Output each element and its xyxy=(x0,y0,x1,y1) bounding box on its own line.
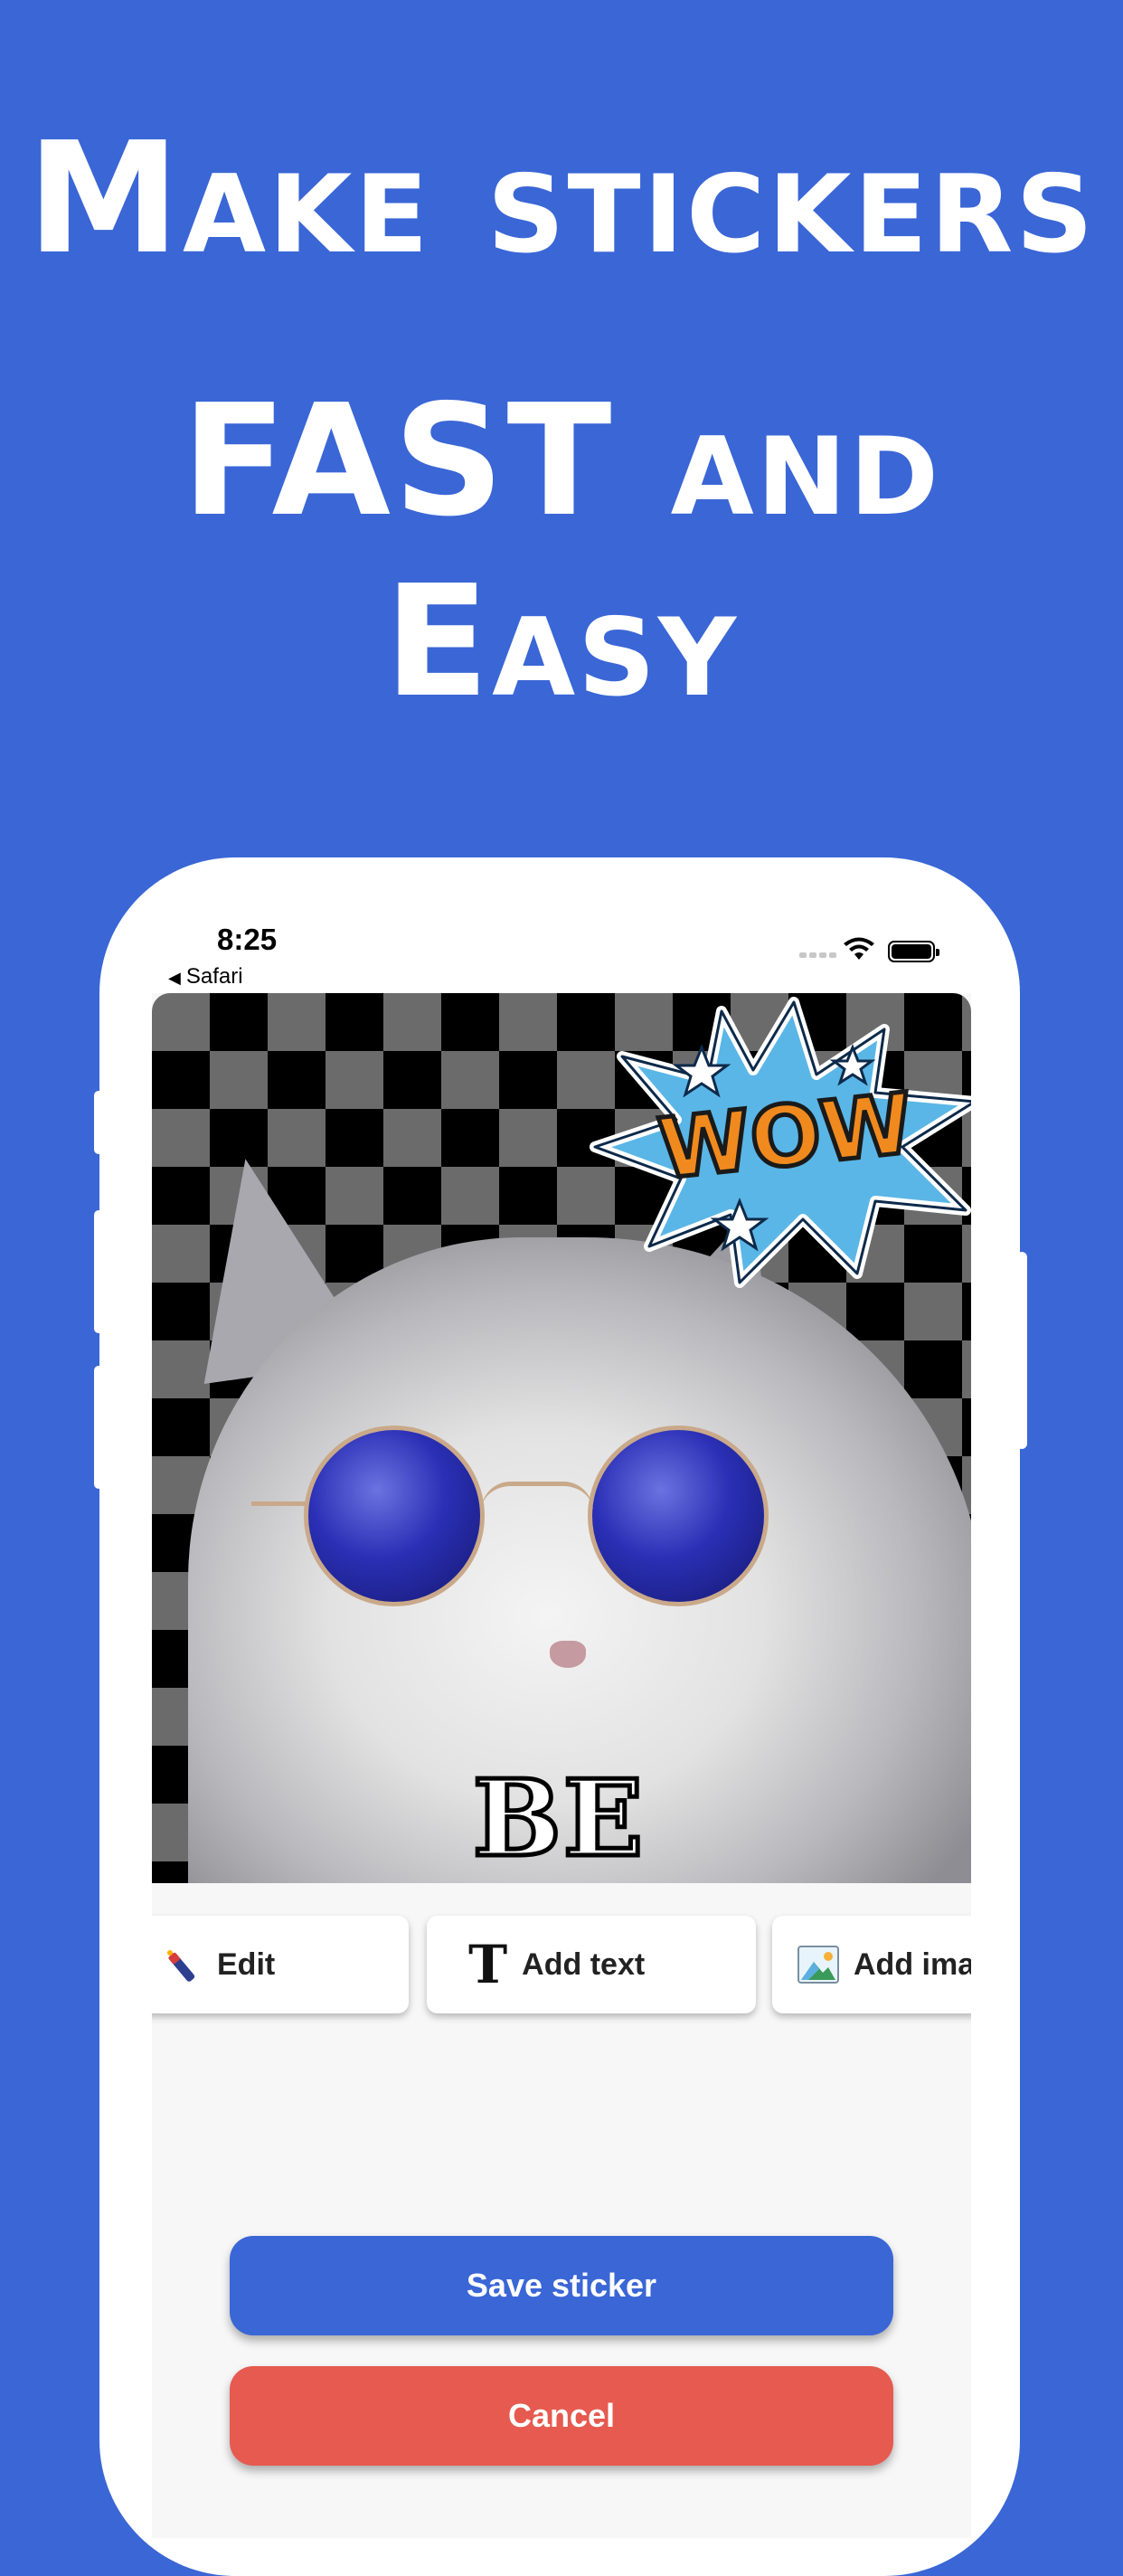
back-arrow-icon: ◀ xyxy=(168,969,181,987)
glasses-temple xyxy=(251,1501,307,1506)
tool-row: Edit T Add text Add ima xyxy=(152,1916,971,2015)
glasses-lens-right xyxy=(588,1425,769,1606)
phone-volume-down xyxy=(94,1366,103,1489)
text-t-icon: T xyxy=(468,1934,508,1995)
glasses-lens-left xyxy=(304,1425,485,1606)
notch xyxy=(353,910,770,975)
cat-nose xyxy=(550,1641,586,1668)
sticker-canvas[interactable]: WOW BE COOL xyxy=(152,993,971,1883)
headline-line-1: Make stickers xyxy=(26,109,1097,289)
cancel-button[interactable]: Cancel xyxy=(230,2366,893,2466)
status-bar: 8:25 ◀ Safari xyxy=(152,910,971,993)
battery-icon xyxy=(888,941,939,962)
glasses-bridge xyxy=(481,1482,593,1511)
magic-wand-icon xyxy=(167,1950,195,1982)
phone-power-button xyxy=(1016,1252,1027,1449)
wow-sticker[interactable]: WOW xyxy=(586,993,971,1292)
edit-button[interactable]: Edit xyxy=(152,1916,409,2013)
back-label: Safari xyxy=(185,964,243,989)
status-time: 8:25 xyxy=(217,923,278,956)
phone-side-button xyxy=(94,1091,103,1154)
app-screen: 8:25 ◀Safari WOW BE COOL xyxy=(152,910,971,2538)
add-text-label: Add text xyxy=(522,1946,646,1982)
add-text-button[interactable]: T Add text xyxy=(427,1916,756,2013)
add-image-label: Add ima xyxy=(854,1946,971,1982)
headline-line-2: FAST and Easy xyxy=(181,372,942,732)
caption-text[interactable]: BE COOL xyxy=(288,1756,830,1884)
back-to-safari[interactable]: ◀ Safari xyxy=(168,964,243,990)
add-image-button[interactable]: Add ima xyxy=(772,1916,971,2013)
image-icon xyxy=(797,1946,839,1984)
phone-volume-up xyxy=(94,1210,103,1333)
cellular-signal-icon xyxy=(799,946,841,958)
wifi-icon xyxy=(844,937,874,960)
save-sticker-button[interactable]: Save sticker xyxy=(230,2236,893,2335)
edit-label: Edit xyxy=(217,1946,276,1982)
